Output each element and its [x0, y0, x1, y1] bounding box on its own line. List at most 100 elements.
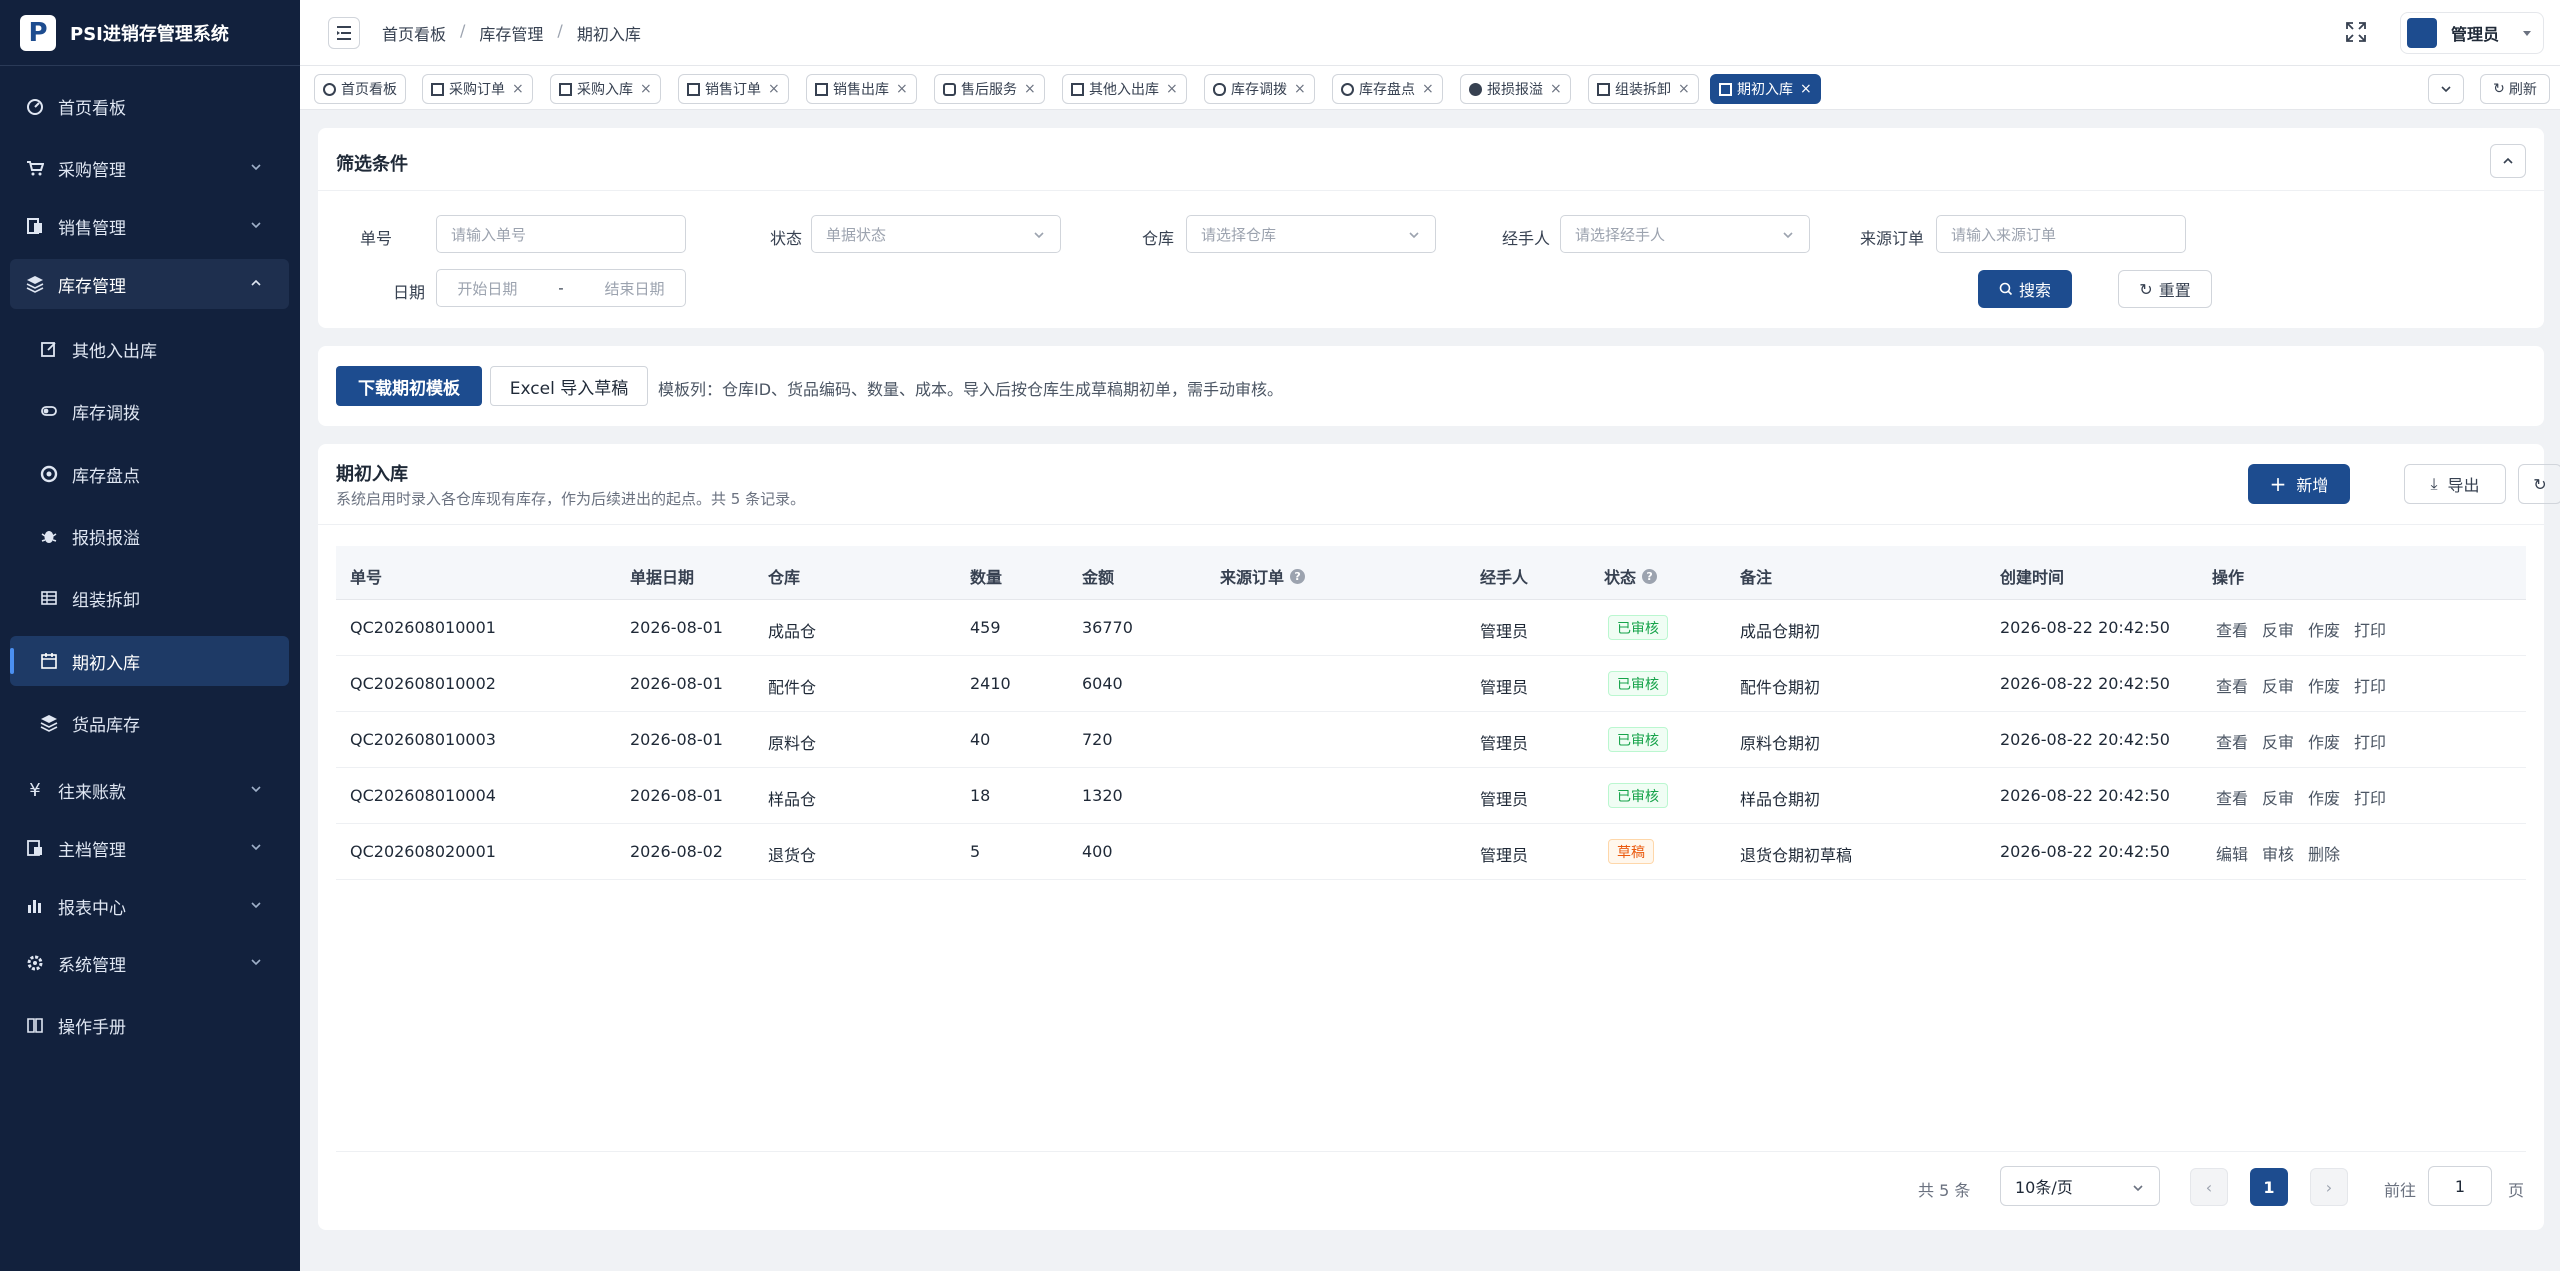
goto-page-input[interactable]: 1 — [2428, 1166, 2492, 1206]
sidebar-item-purchase[interactable]: 采购管理 — [10, 143, 289, 193]
close-icon[interactable]: × — [1166, 81, 1178, 97]
close-icon[interactable]: × — [1422, 81, 1434, 97]
sidebar-item-accounts[interactable]: ¥ 往来账款 — [10, 765, 289, 815]
view-link[interactable]: 查看 — [2216, 617, 2248, 641]
handler-select[interactable]: 请选择经手人 — [1560, 215, 1810, 253]
breadcrumb-item[interactable]: 库存管理 — [479, 21, 543, 45]
delete-link[interactable]: 删除 — [2308, 841, 2340, 865]
sidebar-item-manual[interactable]: 操作手册 — [10, 1000, 289, 1050]
date-range-picker[interactable]: 开始日期 - 结束日期 — [436, 269, 686, 307]
prev-page-button[interactable]: ‹ — [2190, 1168, 2228, 1206]
chart-icon — [26, 897, 44, 915]
sidebar-item-system[interactable]: 系统管理 — [10, 938, 289, 988]
warehouse-select[interactable]: 请选择仓库 — [1186, 215, 1436, 253]
close-icon[interactable]: × — [896, 81, 908, 97]
tab-transfer[interactable]: 库存调拨 × — [1204, 74, 1315, 104]
view-link[interactable]: 查看 — [2216, 785, 2248, 809]
start-date-input[interactable]: 开始日期 — [457, 278, 517, 299]
status-select[interactable]: 单据状态 — [811, 215, 1061, 253]
sidebar-item-sales[interactable]: 销售管理 — [10, 201, 289, 251]
edit-link[interactable]: 编辑 — [2216, 841, 2248, 865]
close-icon[interactable]: × — [1294, 81, 1306, 97]
sidebar-item-loss[interactable]: 报损报溢 — [10, 511, 289, 561]
close-icon[interactable]: × — [640, 81, 652, 97]
view-link[interactable]: 查看 — [2216, 729, 2248, 753]
refresh-list-button[interactable]: ↻ — [2518, 464, 2560, 504]
tab-loss[interactable]: 报损报溢 × — [1460, 74, 1571, 104]
tab-sales-out[interactable]: 销售出库 × — [806, 74, 917, 104]
sidebar-item-master-data[interactable]: 主档管理 — [10, 823, 289, 873]
excel-import-button[interactable]: Excel 导入草稿 — [490, 366, 648, 406]
sidebar-item-transfer[interactable]: 库存调拨 — [10, 386, 289, 436]
breadcrumb: 首页看板 / 库存管理 / 期初入库 — [382, 21, 641, 45]
tab-sales-order[interactable]: 销售订单 × — [678, 74, 789, 104]
tab-purchase-in[interactable]: 采购入库 × — [550, 74, 661, 104]
tab-purchase-order[interactable]: 采购订单 × — [422, 74, 533, 104]
tab-stocktake[interactable]: 库存盘点 × — [1332, 74, 1443, 104]
order-no-cell: QC202608020001 — [350, 842, 496, 861]
add-button[interactable]: + 新增 — [2248, 464, 2350, 504]
tab-opening-stock[interactable]: 期初入库 × — [1710, 74, 1821, 104]
void-link[interactable]: 作废 — [2308, 617, 2340, 641]
view-link[interactable]: 查看 — [2216, 673, 2248, 697]
print-link[interactable]: 打印 — [2354, 673, 2386, 697]
end-date-input[interactable]: 结束日期 — [605, 278, 665, 299]
sidebar-item-inventory[interactable]: 库存管理 — [10, 259, 289, 309]
user-menu[interactable]: 管理员 — [2400, 12, 2544, 54]
close-icon[interactable]: × — [1800, 81, 1812, 97]
collapse-button[interactable] — [2490, 144, 2526, 178]
help-icon[interactable]: ? — [1642, 568, 1658, 584]
void-link[interactable]: 作废 — [2308, 785, 2340, 809]
close-icon[interactable]: × — [1024, 81, 1036, 97]
unapprove-link[interactable]: 反审 — [2262, 673, 2294, 697]
tab-assembly[interactable]: 组装拆卸 × — [1588, 74, 1699, 104]
app-logo[interactable]: P PSI进销存管理系统 — [0, 0, 300, 66]
tabs-dropdown-button[interactable] — [2428, 74, 2464, 104]
close-icon[interactable]: × — [768, 81, 780, 97]
export-button[interactable]: ⤓ 导出 — [2404, 464, 2506, 504]
print-link[interactable]: 打印 — [2354, 617, 2386, 641]
sidebar-item-opening-stock[interactable]: 期初入库 — [10, 636, 289, 686]
source-order-input[interactable]: 请输入来源订单 — [1936, 215, 2186, 253]
approve-link[interactable]: 审核 — [2262, 841, 2294, 865]
reset-button[interactable]: ↻ 重置 — [2118, 270, 2212, 308]
sidebar-item-product-stock[interactable]: 货品库存 — [10, 698, 289, 748]
sidebar-item-dashboard[interactable]: 首页看板 — [10, 81, 289, 131]
order-no-label: 单号 — [360, 229, 393, 248]
print-link[interactable]: 打印 — [2354, 785, 2386, 809]
void-link[interactable]: 作废 — [2308, 729, 2340, 753]
void-link[interactable]: 作废 — [2308, 673, 2340, 697]
order-no-cell: QC202608010004 — [350, 786, 496, 805]
unapprove-link[interactable]: 反审 — [2262, 785, 2294, 809]
page-size-select[interactable]: 10条/页 — [2000, 1166, 2160, 1206]
tab-dashboard[interactable]: 首页看板 — [314, 74, 406, 104]
close-icon[interactable]: × — [512, 81, 524, 97]
menu-toggle-button[interactable] — [328, 17, 360, 49]
sidebar-item-label: 采购管理 — [58, 160, 126, 181]
print-link[interactable]: 打印 — [2354, 729, 2386, 753]
unapprove-link[interactable]: 反审 — [2262, 617, 2294, 641]
check-icon — [40, 465, 58, 483]
download-template-button[interactable]: 下载期初模板 — [336, 366, 482, 406]
page-number[interactable]: 1 — [2250, 1168, 2288, 1206]
tab-after-sales[interactable]: 售后服务 × — [934, 74, 1045, 104]
column-label: 操作 — [2212, 568, 2245, 587]
unapprove-link[interactable]: 反审 — [2262, 729, 2294, 753]
note-cell: 成品仓期初 — [1740, 622, 1821, 641]
close-icon[interactable]: × — [1678, 81, 1690, 97]
chevron-up-icon — [2503, 157, 2513, 164]
close-icon[interactable]: × — [1550, 81, 1562, 97]
sidebar-item-reports[interactable]: 报表中心 — [10, 881, 289, 931]
fullscreen-button[interactable] — [2344, 20, 2368, 48]
sidebar-item-assembly[interactable]: 组装拆卸 — [10, 573, 289, 623]
refresh-tab-button[interactable]: ↻ 刷新 — [2480, 74, 2550, 104]
sidebar-item-other-io[interactable]: 其他入出库 — [10, 324, 289, 374]
next-page-button[interactable]: › — [2310, 1168, 2348, 1206]
sidebar-item-stocktake[interactable]: 库存盘点 — [10, 449, 289, 499]
order-no-input[interactable]: 请输入单号 — [436, 215, 686, 253]
column-label: 经手人 — [1480, 568, 1529, 587]
search-button[interactable]: 搜索 — [1978, 270, 2072, 308]
help-icon[interactable]: ? — [1290, 568, 1306, 584]
breadcrumb-item[interactable]: 首页看板 — [382, 21, 446, 45]
tab-other-io[interactable]: 其他入出库 × — [1062, 74, 1187, 104]
